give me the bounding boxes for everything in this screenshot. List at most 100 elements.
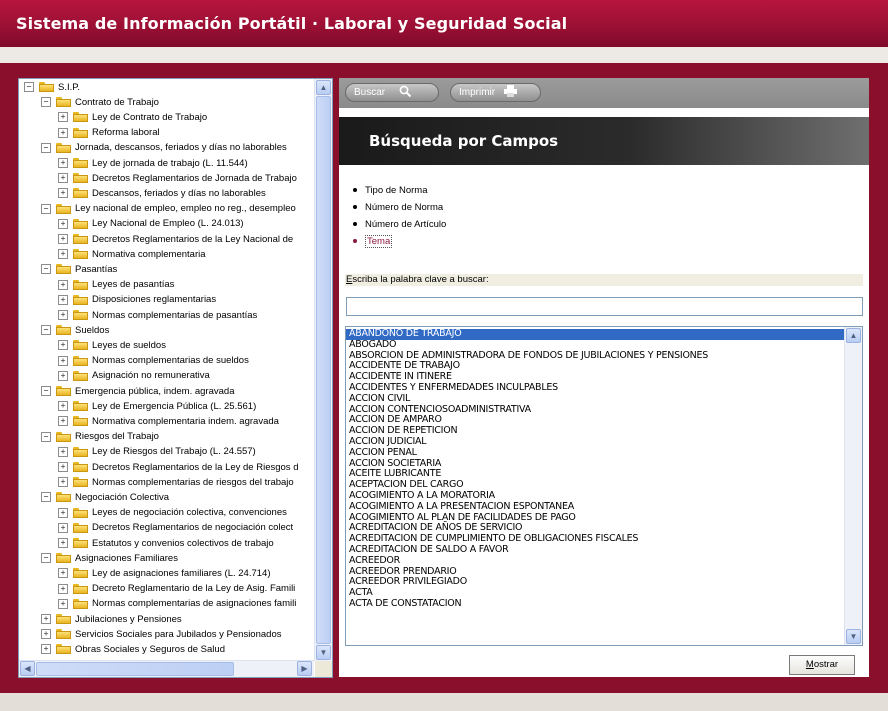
tree-node[interactable]: − Pasantías <box>41 262 117 276</box>
imprimir-button[interactable]: Imprimir <box>450 83 541 102</box>
expand-icon[interactable]: + <box>58 355 68 366</box>
list-item[interactable]: ACREEDOR PRIVILEGIADO <box>346 577 844 588</box>
tree-node[interactable]: + Normas complementarias de pasantías <box>58 308 257 322</box>
collapse-icon[interactable]: − <box>41 431 51 442</box>
tree-node[interactable]: + Normativa complementaria indem. agravad… <box>58 414 279 428</box>
expand-icon[interactable]: + <box>58 401 68 412</box>
list-scroll-track[interactable] <box>846 344 861 628</box>
search-option[interactable]: Tema <box>353 233 393 249</box>
list-scroll-up-arrow-icon[interactable]: ▲ <box>846 328 861 343</box>
tree-node[interactable]: − Riesgos del Trabajo <box>41 430 159 444</box>
expand-icon[interactable]: + <box>58 598 68 609</box>
expand-icon[interactable]: + <box>58 112 68 123</box>
tree-node[interactable]: + Obras Sociales y Seguros de Salud <box>41 642 225 656</box>
expand-icon[interactable]: + <box>58 340 68 351</box>
keyword-search-input[interactable] <box>346 297 863 316</box>
tree-node[interactable]: + Normativa complementaria <box>58 247 206 261</box>
list-item[interactable]: ACREEDOR <box>346 555 844 567</box>
list-item[interactable]: ACCION JUDICIAL <box>346 436 844 448</box>
tree-node[interactable]: + Decretos Reglamentarios de la Ley de Ri… <box>58 460 298 474</box>
expand-icon[interactable]: + <box>58 462 68 472</box>
expand-icon[interactable]: + <box>58 522 68 533</box>
tree-node[interactable]: + Disposiciones reglamentarias <box>58 293 216 307</box>
expand-icon[interactable]: + <box>58 370 68 381</box>
expand-icon[interactable]: + <box>58 218 68 229</box>
tree-node[interactable]: + Leyes de sueldos <box>58 338 166 352</box>
list-item[interactable]: ACCION PENAL <box>346 447 844 459</box>
expand-icon[interactable]: + <box>58 173 68 184</box>
navigation-tree[interactable]: − S.I.P. − Contrato de Trabajo + Ley de Contr… <box>19 79 314 661</box>
topic-list-scrollbar[interactable]: ▲ ▼ <box>844 327 862 645</box>
tree-node[interactable]: − Contrato de Trabajo <box>41 95 159 109</box>
expand-icon[interactable]: + <box>58 538 68 548</box>
expand-icon[interactable]: + <box>58 279 68 290</box>
list-item[interactable]: ACCIDENTES Y ENFERMEDADES INCULPABLES <box>346 382 844 394</box>
tree-node[interactable]: + Asignación no remunerativa <box>58 369 210 383</box>
tree-node[interactable]: − Negociación Colectiva <box>41 490 169 504</box>
list-item[interactable]: ACTA DE CONSTATACION <box>346 598 844 610</box>
tree-node[interactable]: + Normas complementarias de sueldos <box>58 354 249 368</box>
expand-icon[interactable]: + <box>58 294 68 305</box>
tree-node[interactable]: + Servicios Sociales para Jubilados y Pen… <box>41 627 281 641</box>
collapse-icon[interactable]: − <box>41 386 51 396</box>
tree-node[interactable]: + Reforma laboral <box>58 126 160 140</box>
tree-node[interactable]: + Ley de Contrato de Trabajo <box>58 110 207 124</box>
tree-node[interactable]: + Leyes de negociación colectiva, convenc… <box>58 506 287 520</box>
tree-node[interactable]: + Leyes de pasantías <box>58 278 174 292</box>
collapse-icon[interactable]: − <box>41 492 51 503</box>
expand-icon[interactable]: + <box>58 416 68 427</box>
expand-icon[interactable]: + <box>41 644 51 655</box>
list-item[interactable]: ABANDONO DE TRABAJO <box>346 328 844 340</box>
tree-horizontal-scrollbar[interactable]: ◀ ▶ <box>19 660 314 677</box>
tree-node[interactable]: + Ley de jornada de trabajo (L. 11.544) <box>58 156 248 170</box>
tree-node[interactable]: + Decretos Reglamentarios de negociación … <box>58 521 293 535</box>
expand-icon[interactable]: + <box>58 249 68 260</box>
list-item[interactable]: ACOGIMIENTO A LA PRESENTACION ESPONTANEA <box>346 501 844 513</box>
search-option[interactable]: Número de Artículo <box>353 216 446 232</box>
expand-icon[interactable]: + <box>58 310 68 320</box>
expand-icon[interactable]: + <box>41 629 51 640</box>
tree-node[interactable]: − Sueldos <box>41 323 109 337</box>
scroll-left-arrow-icon[interactable]: ◀ <box>20 661 35 676</box>
expand-icon[interactable]: + <box>58 188 68 199</box>
collapse-icon[interactable]: − <box>41 142 51 153</box>
expand-icon[interactable]: + <box>58 507 68 518</box>
list-item[interactable]: ABOGADO <box>346 339 844 351</box>
collapse-icon[interactable]: − <box>24 82 34 92</box>
expand-icon[interactable]: + <box>58 158 68 168</box>
tree-node[interactable]: + Ley de Emergencia Pública (L. 25.561) <box>58 399 256 413</box>
expand-icon[interactable]: + <box>58 583 68 594</box>
collapse-icon[interactable]: − <box>41 203 51 214</box>
tree-node[interactable]: − Emergencia pública, indem. agravada <box>41 384 234 398</box>
tree-horizontal-scroll-thumb[interactable] <box>36 662 234 676</box>
expand-icon[interactable]: + <box>58 477 68 488</box>
topic-listbox[interactable]: ABANDONO DE TRABAJO ABOGADO ABSORCION DE A… <box>345 326 863 646</box>
scroll-down-arrow-icon[interactable]: ▼ <box>316 645 331 660</box>
tree-node[interactable]: + Jubilaciones y Pensiones <box>41 612 182 626</box>
list-item[interactable]: ACCION CIVIL <box>346 393 844 405</box>
tree-node[interactable]: + Decreto Reglamentario de la Ley de Asig… <box>58 582 295 596</box>
tree-node[interactable]: − Jornada, descansos, feriados y días no … <box>41 141 287 155</box>
expand-icon[interactable]: + <box>58 234 68 244</box>
scroll-right-arrow-icon[interactable]: ▶ <box>297 661 312 676</box>
tree-node[interactable]: + Ley de asignaciones familiares (L. 24.7… <box>58 566 271 580</box>
buscar-button[interactable]: Buscar <box>345 83 439 102</box>
expand-icon[interactable]: + <box>58 127 68 138</box>
tree-node[interactable]: + Normas complementarias de riesgos del t… <box>58 475 294 489</box>
tree-node[interactable]: − S.I.P. <box>24 80 80 94</box>
tree-node[interactable]: + Estatutos y convenios colectivos de tra… <box>58 536 274 550</box>
expand-icon[interactable]: + <box>58 568 68 579</box>
list-scroll-down-arrow-icon[interactable]: ▼ <box>846 629 861 644</box>
tree-node[interactable]: + Normas complementarias de asignaciones … <box>58 597 296 611</box>
search-option[interactable]: Tipo de Norma <box>353 182 427 198</box>
tree-node[interactable]: + Descansos, feriados y días no laborable… <box>58 186 266 200</box>
tree-node[interactable]: − Ley nacional de empleo, empleo no reg.,… <box>41 202 296 216</box>
tree-node[interactable]: − Asignaciones Familiares <box>41 551 178 565</box>
collapse-icon[interactable]: − <box>41 264 51 275</box>
list-item[interactable]: ACREDITACION DE SALDO A FAVOR <box>346 544 844 556</box>
tree-node[interactable]: + Ley de Riesgos del Trabajo (L. 24.557) <box>58 445 256 459</box>
expand-icon[interactable]: + <box>41 614 51 624</box>
search-option[interactable]: Número de Norma <box>353 199 443 215</box>
mostrar-button[interactable]: Mostrar <box>789 655 855 675</box>
tree-vertical-scrollbar[interactable]: ▲ ▼ <box>314 79 332 661</box>
